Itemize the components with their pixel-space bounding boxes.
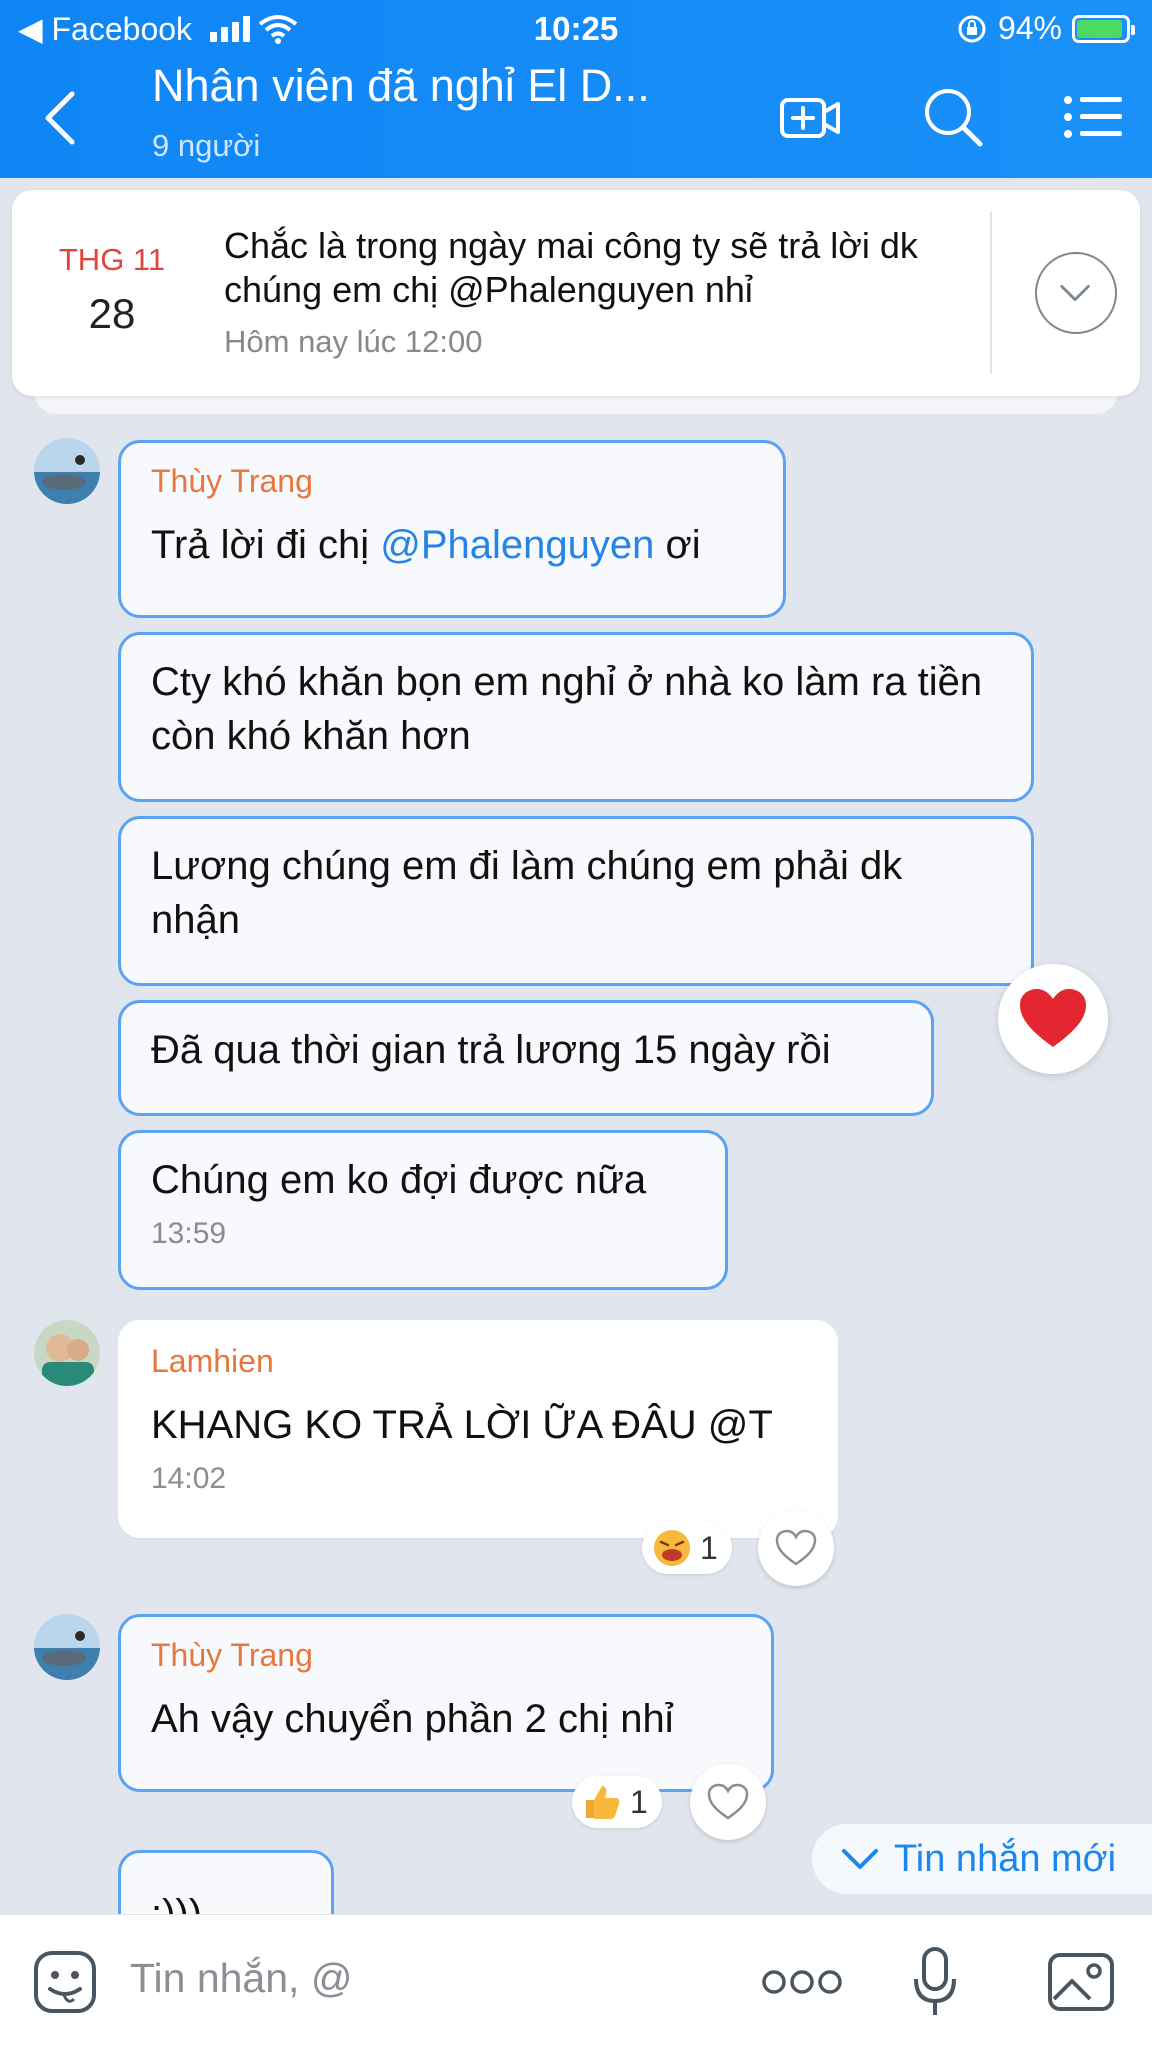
reminder-month: THG 11	[58, 242, 166, 277]
message-text-part: Trả lời đi chị	[151, 523, 381, 567]
sticker-icon[interactable]	[32, 1949, 98, 2015]
message-bubble[interactable]: Thùy Trang Trả lời đi chị @Phalenguyen ơ…	[118, 440, 786, 618]
menu-list-icon[interactable]	[1058, 82, 1128, 152]
message-text: Trả lời đi chị @Phalenguyen ơi	[151, 518, 753, 572]
message-bubble[interactable]: Chúng em ko đợi được nữa 13:59	[118, 1130, 728, 1290]
chat-header: ◀ Facebook 10:25 94% Nhân viên đã nghỉ E…	[0, 0, 1152, 178]
reminder-text: Chắc là trong ngày mai công ty sẽ trả lờ…	[224, 225, 918, 310]
message-bubble[interactable]: Đã qua thời gian trả lương 15 ngày rồi	[118, 1000, 934, 1116]
more-options-icon[interactable]	[760, 1965, 844, 1999]
message-time: 13:59	[151, 1217, 227, 1250]
member-count[interactable]: 9 người	[152, 128, 260, 164]
reaction-count: 1	[700, 1529, 718, 1566]
avatar[interactable]	[34, 1320, 100, 1386]
message-time: 14:02	[151, 1462, 227, 1495]
thumbs-up-emoji-icon	[582, 1782, 622, 1822]
mention-link[interactable]: @Phalenguyen	[380, 523, 654, 567]
message-text: Đã qua thời gian trả lương 15 ngày rồi	[151, 1028, 831, 1072]
divider	[990, 212, 992, 374]
chevron-down-icon[interactable]	[1035, 252, 1117, 334]
reminder-time: Hôm nay lúc 12:00	[224, 324, 483, 359]
chevron-down-icon	[842, 1849, 878, 1869]
sender-name[interactable]: Thùy Trang	[151, 1637, 741, 1674]
pinned-reminder-card[interactable]: THG 11 28 Chắc là trong ngày mai công ty…	[12, 190, 1140, 396]
battery-fill	[1077, 19, 1122, 38]
battery-percent: 94%	[997, 10, 1062, 46]
sender-name[interactable]: Thùy Trang	[151, 463, 753, 500]
avatar[interactable]	[34, 438, 100, 504]
search-icon[interactable]	[918, 82, 988, 152]
heart-outline-icon	[775, 1529, 817, 1566]
reaction-summary[interactable]: 1	[642, 1522, 732, 1574]
reaction-count: 1	[630, 1783, 648, 1820]
message-bubble[interactable]: Lương chúng em đi làm chúng em phải dk n…	[118, 816, 1034, 986]
back-arrow-icon[interactable]	[38, 88, 88, 148]
message-bubble[interactable]: Thùy Trang Ah vậy chuyển phần 2 chị nhỉ	[118, 1614, 774, 1792]
heart-icon	[1020, 989, 1086, 1047]
message-input[interactable]: Tin nhắn, @	[130, 1955, 352, 2002]
reminder-day: 28	[88, 290, 136, 337]
heart-outline-icon	[707, 1783, 749, 1820]
microphone-icon[interactable]	[910, 1945, 960, 2021]
heart-reaction-button[interactable]	[998, 964, 1108, 1074]
image-gallery-icon[interactable]	[1046, 1951, 1116, 2013]
sender-name[interactable]: Lamhien	[151, 1343, 805, 1380]
laughing-emoji-icon	[652, 1528, 692, 1568]
message-text: Ah vậy chuyển phần 2 chị nhỉ	[151, 1697, 674, 1741]
rotation-lock-icon	[958, 15, 986, 42]
avatar[interactable]	[34, 1614, 100, 1680]
message-text: Chúng em ko đợi được nữa	[151, 1158, 647, 1202]
react-button[interactable]	[690, 1764, 766, 1840]
message-text-part: ơi	[654, 523, 701, 567]
status-bar: ◀ Facebook 10:25 94%	[0, 0, 1152, 56]
new-messages-button[interactable]: Tin nhắn mới	[812, 1824, 1152, 1894]
message-input-bar: Tin nhắn, @	[0, 1914, 1152, 2049]
message-text: KHANG KO TRẢ LỜI ỮA ĐÂU @T	[151, 1403, 773, 1447]
message-bubble[interactable]: Cty khó khăn bọn em nghỉ ở nhà ko làm ra…	[118, 632, 1034, 802]
message-text: Cty khó khăn bọn em nghỉ ở nhà ko làm ra…	[151, 660, 983, 758]
video-call-add-icon[interactable]	[776, 82, 846, 152]
message-text: Lương chúng em đi làm chúng em phải dk n…	[151, 844, 903, 942]
message-bubble[interactable]: Lamhien KHANG KO TRẢ LỜI ỮA ĐÂU @T 14:02	[118, 1320, 838, 1538]
conversation-title[interactable]: Nhân viên đã nghỉ El D...	[152, 60, 650, 112]
reaction-summary[interactable]: 1	[572, 1776, 662, 1828]
react-button[interactable]	[758, 1510, 834, 1586]
new-messages-label: Tin nhắn mới	[894, 1837, 1117, 1880]
battery-icon	[1072, 14, 1135, 43]
